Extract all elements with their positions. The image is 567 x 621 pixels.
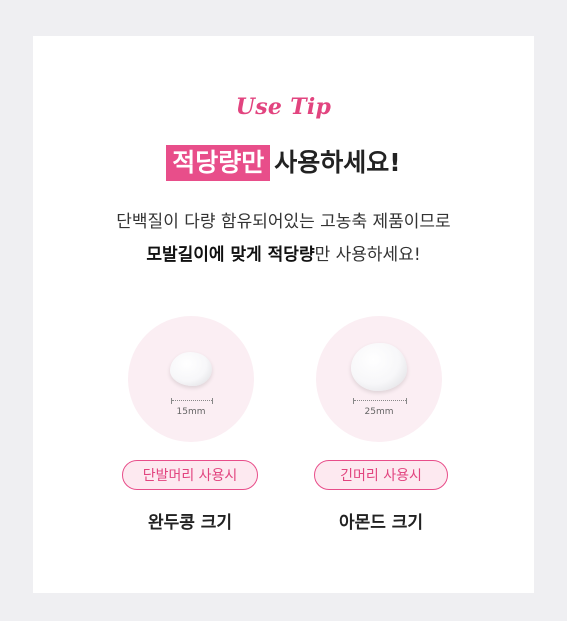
description-line1: 단백질이 다량 함유되어있는 고농축 제품이므로 <box>116 212 451 232</box>
headline-rest: 사용하세요! <box>274 148 401 177</box>
description-rest: 만 사용하세요! <box>314 245 421 265</box>
headline: 적당량만 사용하세요! <box>33 145 534 181</box>
use-tip-card: Use Tip 적당량만 사용하세요! 단백질이 다량 함유되어있는 고농축 제품… <box>33 36 534 593</box>
size-label-15mm: 15mm <box>176 407 206 417</box>
pea-size-illustration: 15mm <box>128 316 254 442</box>
headline-highlight: 적당량만 <box>166 145 271 181</box>
almond-size-caption: 아몬드 크기 <box>338 513 424 533</box>
cream-dollop-large <box>351 343 407 391</box>
pea-size-caption: 완두콩 크기 <box>147 513 233 533</box>
description-bold: 모발길이에 맞게 적당량 <box>146 245 315 265</box>
size-label-25mm: 25mm <box>364 407 394 417</box>
almond-size-illustration: 25mm <box>316 316 442 442</box>
cream-dollop-small <box>170 352 212 386</box>
use-tip-title: Use Tip <box>235 94 332 120</box>
description-line2: 모발길이에 맞게 적당량만 사용하세요! <box>33 239 534 272</box>
long-hair-badge: 긴머리 사용시 <box>314 460 448 490</box>
measure-line <box>171 398 213 404</box>
short-hair-badge: 단발머리 사용시 <box>122 460 258 490</box>
description: 단백질이 다량 함유되어있는 고농축 제품이므로 모발길이에 맞게 적당량만 사… <box>33 206 534 272</box>
measure-line <box>353 398 407 404</box>
